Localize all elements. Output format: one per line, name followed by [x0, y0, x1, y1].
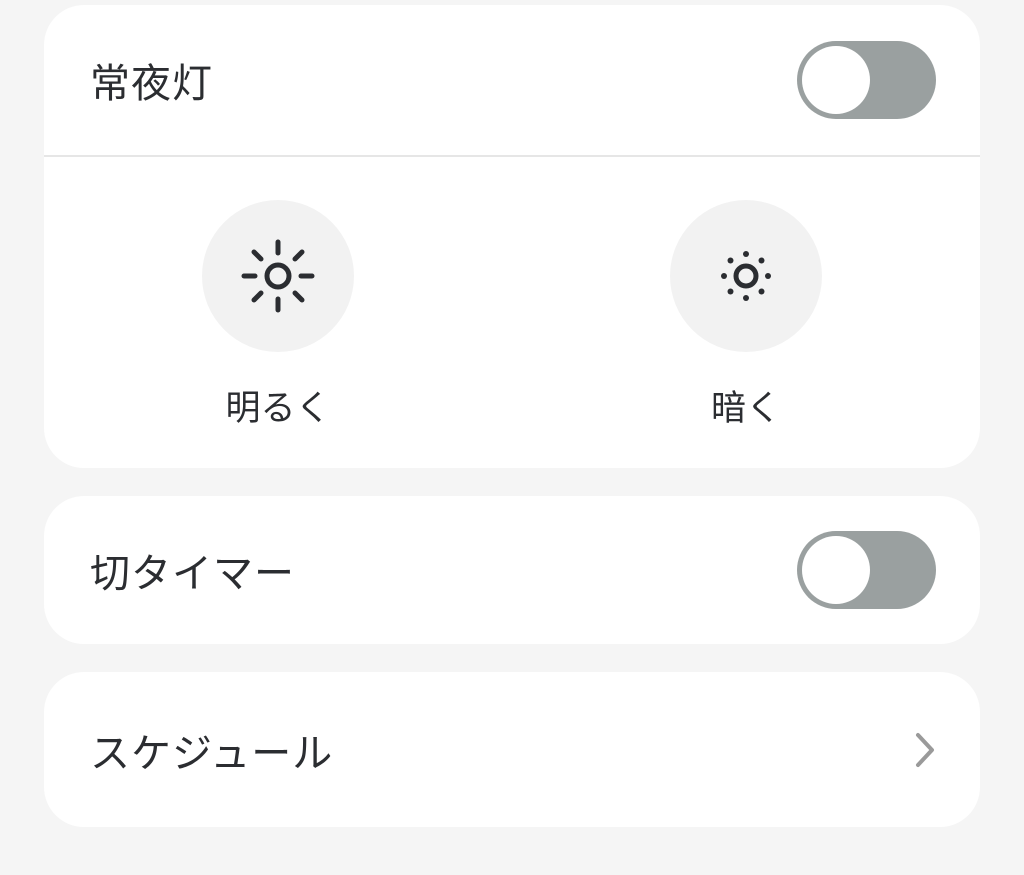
toggle-knob — [802, 536, 870, 604]
brighter-label: 明るく — [225, 389, 331, 429]
night-light-settings-screen: 常夜灯 明るく 暗く 切タイマー スケジュール — [0, 0, 1024, 875]
chevron-right-icon — [910, 730, 940, 770]
schedule-row[interactable]: スケジュール — [44, 672, 980, 827]
night-light-label: 常夜灯 — [90, 61, 213, 107]
toggle-knob — [802, 46, 870, 114]
divider — [44, 155, 980, 157]
brighter-circle — [202, 200, 354, 352]
schedule-card[interactable]: スケジュール — [44, 672, 980, 827]
sun-large-icon — [241, 239, 315, 313]
schedule-label: スケジュール — [90, 730, 334, 777]
night-light-toggle[interactable] — [797, 41, 936, 119]
night-light-row: 常夜灯 — [44, 5, 980, 155]
sun-small-icon — [721, 251, 771, 301]
off-timer-toggle[interactable] — [797, 531, 936, 609]
dimmer-label: 暗く — [710, 389, 781, 429]
dimmer-button[interactable]: 暗く — [670, 200, 822, 431]
off-timer-label: 切タイマー — [90, 551, 295, 597]
off-timer-row: 切タイマー — [44, 496, 980, 644]
brighter-button[interactable]: 明るく — [202, 200, 354, 431]
dimmer-circle — [670, 200, 822, 352]
off-timer-card: 切タイマー — [44, 496, 980, 644]
night-light-card: 常夜灯 明るく 暗く — [44, 5, 980, 468]
